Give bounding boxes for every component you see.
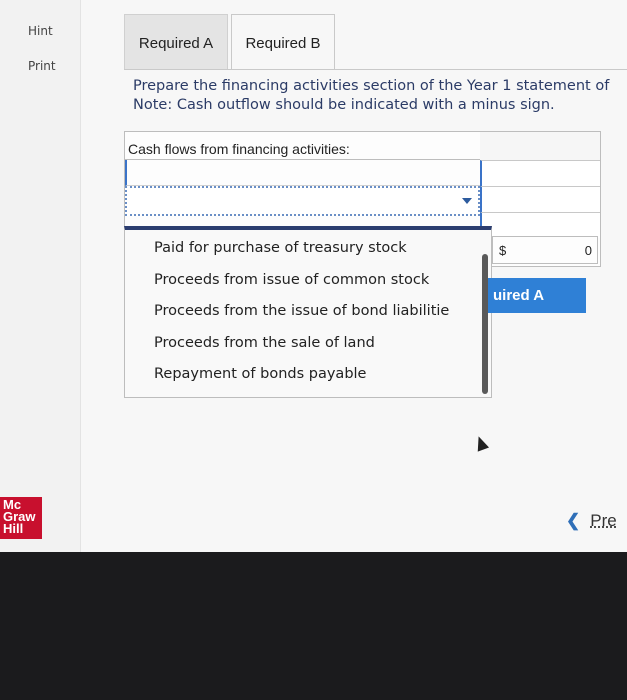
- dropdown-option[interactable]: Proceeds from the sale of land: [154, 335, 375, 351]
- instruction-note: Note: Cash outflow should be indicated w…: [133, 97, 555, 113]
- mcgraw-hill-logo: Mc Graw Hill: [0, 497, 42, 539]
- chevron-down-icon[interactable]: [462, 198, 472, 204]
- line-item-dropdown[interactable]: [125, 186, 480, 216]
- dropdown-options-list: Paid for purchase of treasury stock Proc…: [124, 226, 492, 398]
- tab-required-b[interactable]: Required B: [231, 14, 335, 70]
- amount-input[interactable]: [480, 160, 600, 186]
- amount-input[interactable]: [480, 212, 600, 238]
- tab-divider: [124, 69, 627, 70]
- prev-label: Pre: [590, 511, 617, 530]
- table-header-amount-col: [480, 132, 600, 161]
- scrollbar[interactable]: [482, 254, 488, 394]
- logo-line-3: Hill: [3, 521, 24, 536]
- amount-input[interactable]: [480, 186, 600, 212]
- dropdown-option[interactable]: Paid for purchase of treasury stock: [154, 240, 407, 256]
- hint-link[interactable]: Hint: [28, 24, 53, 38]
- print-link[interactable]: Print: [28, 59, 56, 73]
- currency-symbol: $: [499, 243, 507, 258]
- dropdown-option[interactable]: Proceeds from issue of common stock: [154, 272, 429, 288]
- chevron-left-icon: ❮: [566, 511, 581, 530]
- dropdown-option[interactable]: Repayment of bonds payable: [154, 366, 366, 382]
- required-a-nav-button[interactable]: uired A: [488, 278, 586, 313]
- total-amount-field: $ 0: [492, 236, 598, 264]
- table-row: [125, 160, 480, 186]
- tab-required-a[interactable]: Required A: [124, 14, 228, 70]
- instruction-line-1: Prepare the financing activities section…: [133, 78, 610, 94]
- dark-bottom-area: [0, 552, 627, 700]
- left-rail: Hint Print: [0, 0, 81, 552]
- dropdown-option[interactable]: Proceeds from the issue of bond liabilit…: [154, 303, 449, 319]
- prev-button[interactable]: ❮ Pre: [566, 511, 617, 531]
- app-frame: Hint Print Mc Graw Hill Required A Requi…: [0, 0, 627, 552]
- table-header: Cash flows from financing activities:: [125, 132, 480, 160]
- total-amount-value: 0: [584, 243, 592, 258]
